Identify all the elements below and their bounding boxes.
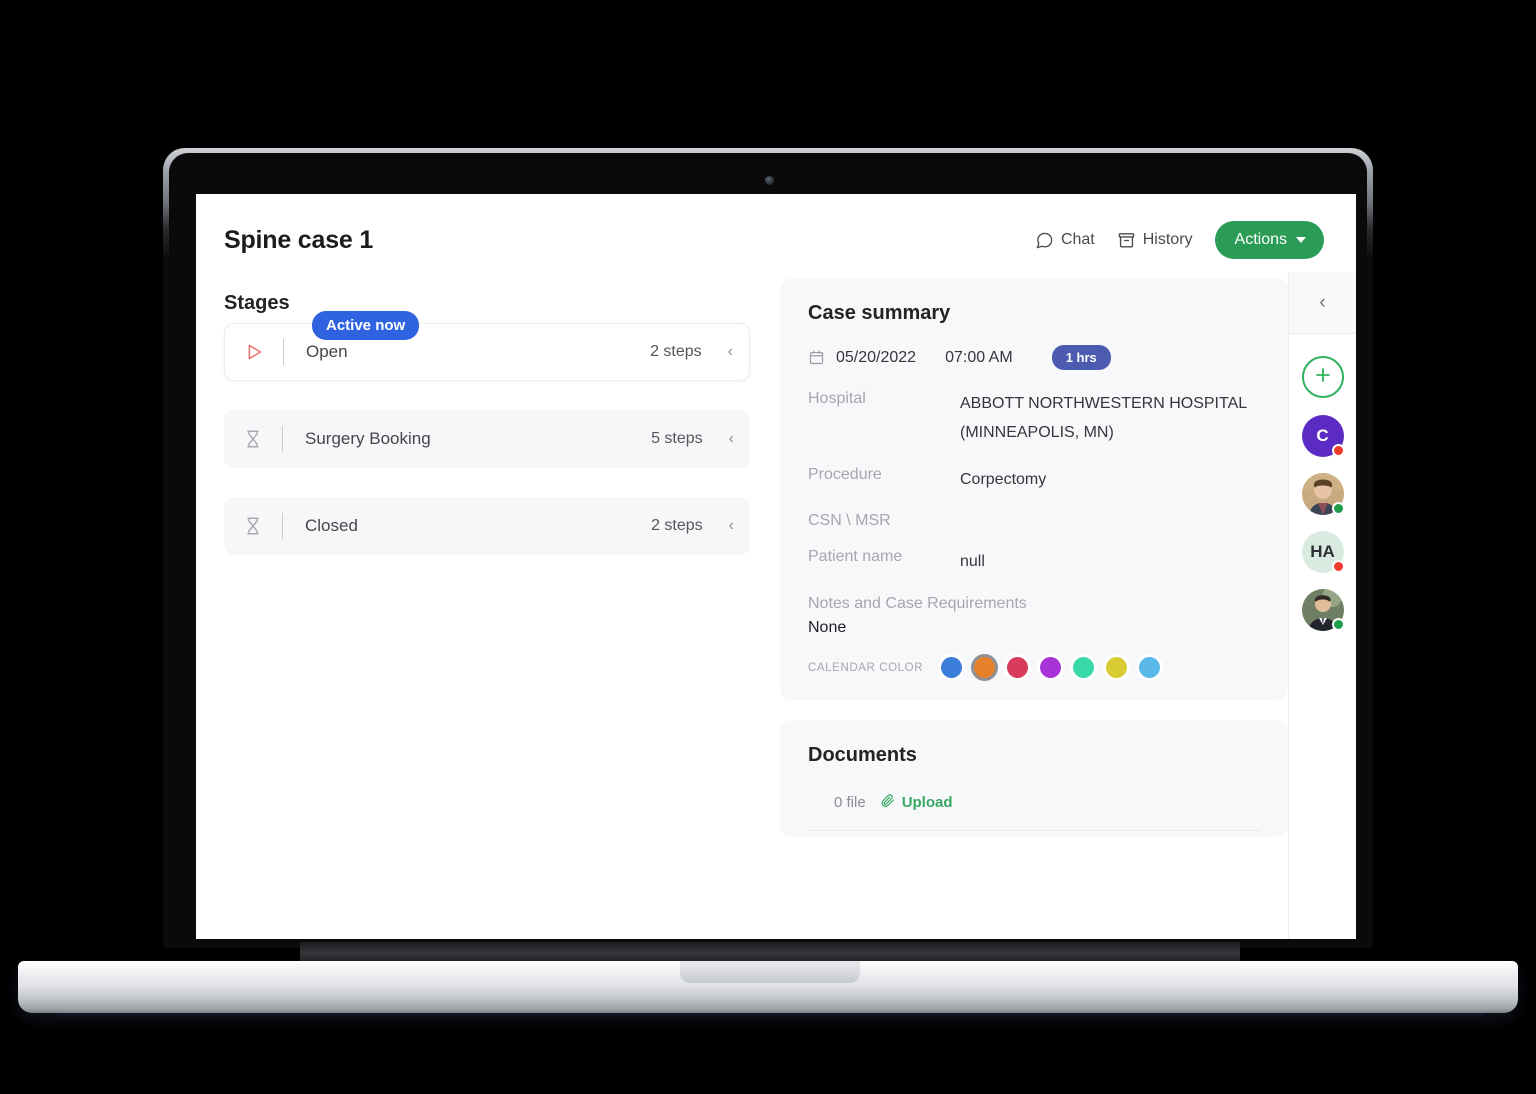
avatar-member-2[interactable] (1301, 473, 1345, 515)
documents-card: Documents 0 file Upload (780, 720, 1288, 838)
field-csn-msr: CSN \ MSR (808, 512, 1260, 530)
avatar-member-3[interactable]: HA (1301, 531, 1345, 573)
laptop-base-notch (680, 961, 860, 983)
chat-label: Chat (1060, 231, 1095, 248)
right-rail: ‹ C HA (1288, 272, 1356, 939)
upload-label: Upload (901, 794, 953, 812)
field-label: CSN \ MSR (808, 512, 891, 530)
chat-button[interactable]: Chat (1035, 231, 1095, 250)
notes-value: None (808, 619, 847, 637)
color-swatch-teal[interactable] (1073, 657, 1095, 679)
case-time: 07:00 AM (945, 348, 1013, 366)
color-swatch-purple[interactable] (1040, 657, 1062, 679)
documents-heading: Documents (808, 744, 917, 767)
field-label: Hospital (808, 390, 866, 407)
calendar-icon (808, 349, 825, 366)
collapse-rail-button[interactable]: ‹ (1289, 272, 1356, 334)
calendar-color-picker: CALENDAR COLOR (808, 657, 1260, 679)
stage-steps-count: 5 steps (651, 430, 703, 447)
avatar-member-1[interactable]: C (1301, 415, 1345, 457)
stage-row-closed[interactable]: Closed 2 steps ‹ (224, 497, 750, 555)
color-swatch-yellow[interactable] (1106, 657, 1128, 679)
upload-button[interactable]: Upload (880, 793, 953, 812)
hourglass-icon (242, 428, 276, 450)
stage-label: Open (306, 342, 348, 361)
chat-icon (1035, 231, 1054, 250)
color-swatch-orange[interactable] (974, 657, 996, 679)
avatar-initials: HA (1310, 542, 1335, 561)
webcam-icon (765, 176, 774, 185)
field-value: Corpectomy (960, 470, 1047, 488)
status-badge (1331, 444, 1345, 457)
chevron-left-icon[interactable]: ‹ (728, 344, 733, 360)
field-label: Procedure (808, 465, 882, 483)
stages-column: Stages Active now Open 2 steps ‹ Surgery… (196, 272, 780, 939)
chevron-down-icon (1296, 237, 1306, 243)
actions-label: Actions (1234, 231, 1287, 248)
stage-label: Closed (305, 516, 358, 535)
status-badge (1331, 502, 1345, 515)
field-value: ABBOTT NORTHWESTERN HOSPITAL (MINNEAPOLI… (960, 395, 1247, 441)
stage-row-surgery-booking[interactable]: Surgery Booking 5 steps ‹ (224, 410, 750, 468)
history-button[interactable]: History (1117, 231, 1193, 250)
case-summary-heading: Case summary (808, 302, 951, 324)
documents-upload-row: 0 file Upload (808, 777, 1260, 832)
avatar-initials: C (1316, 426, 1329, 445)
chevron-left-icon[interactable]: ‹ (729, 431, 734, 447)
status-badge (1331, 618, 1345, 631)
summary-column: Case summary 05/20/2022 07:00 AM 1 hrs H… (780, 272, 1288, 939)
app-header: Spine case 1 Chat History Actions (196, 194, 1356, 272)
case-datetime-row: 05/20/2022 07:00 AM 1 hrs (808, 345, 1260, 370)
history-label: History (1142, 231, 1193, 248)
hourglass-icon (242, 515, 276, 537)
field-procedure: Procedure Corpectomy (808, 466, 1260, 495)
case-date: 05/20/2022 (836, 348, 917, 366)
field-label: Patient name (808, 548, 903, 566)
color-swatch-blue[interactable] (941, 657, 963, 679)
stages-heading: Stages (224, 292, 290, 314)
active-now-badge: Active now (312, 311, 420, 340)
field-value: null (960, 553, 985, 571)
add-member-button[interactable] (1301, 356, 1344, 398)
duration-badge: 1 hrs (1051, 345, 1111, 370)
notes-label: Notes and Case Requirements (808, 595, 1027, 613)
screenshot-root: Spine case 1 Chat History Actions Stages… (0, 0, 1536, 1094)
color-swatch-crimson[interactable] (1007, 657, 1029, 679)
field-patient-name: Patient name null (808, 548, 1260, 577)
play-icon (243, 341, 277, 363)
paperclip-icon (880, 793, 895, 812)
page-title: Spine case 1 (224, 225, 374, 254)
field-hospital: Hospital ABBOTT NORTHWESTERN HOSPITAL (M… (808, 390, 1260, 448)
plus-icon (1312, 364, 1334, 391)
case-summary-card: Case summary 05/20/2022 07:00 AM 1 hrs H… (780, 278, 1288, 701)
file-count: 0 file (834, 794, 866, 812)
stage-divider (283, 339, 284, 365)
stage-label: Surgery Booking (305, 429, 431, 448)
chevron-left-icon: ‹ (1319, 291, 1326, 313)
archive-icon (1117, 231, 1136, 250)
actions-button[interactable]: Actions (1214, 221, 1324, 259)
stage-row-open[interactable]: Open 2 steps ‹ (224, 323, 750, 381)
app-body: Stages Active now Open 2 steps ‹ Surgery… (196, 272, 1356, 939)
stage-divider (282, 513, 283, 539)
header-actions: Chat History Actions (1035, 221, 1324, 259)
stage-steps-count: 2 steps (650, 343, 702, 360)
color-swatch-lightblue[interactable] (1139, 657, 1161, 679)
stage-steps-count: 2 steps (651, 517, 703, 534)
chevron-left-icon[interactable]: ‹ (729, 518, 734, 534)
screen-viewport: Spine case 1 Chat History Actions Stages… (196, 194, 1356, 939)
stage-divider (282, 426, 283, 452)
avatar-member-4[interactable] (1301, 589, 1345, 631)
calendar-color-label: CALENDAR COLOR (808, 661, 924, 674)
stages-list: Active now Open 2 steps ‹ Surgery Bookin… (224, 311, 750, 555)
status-badge (1331, 560, 1345, 573)
